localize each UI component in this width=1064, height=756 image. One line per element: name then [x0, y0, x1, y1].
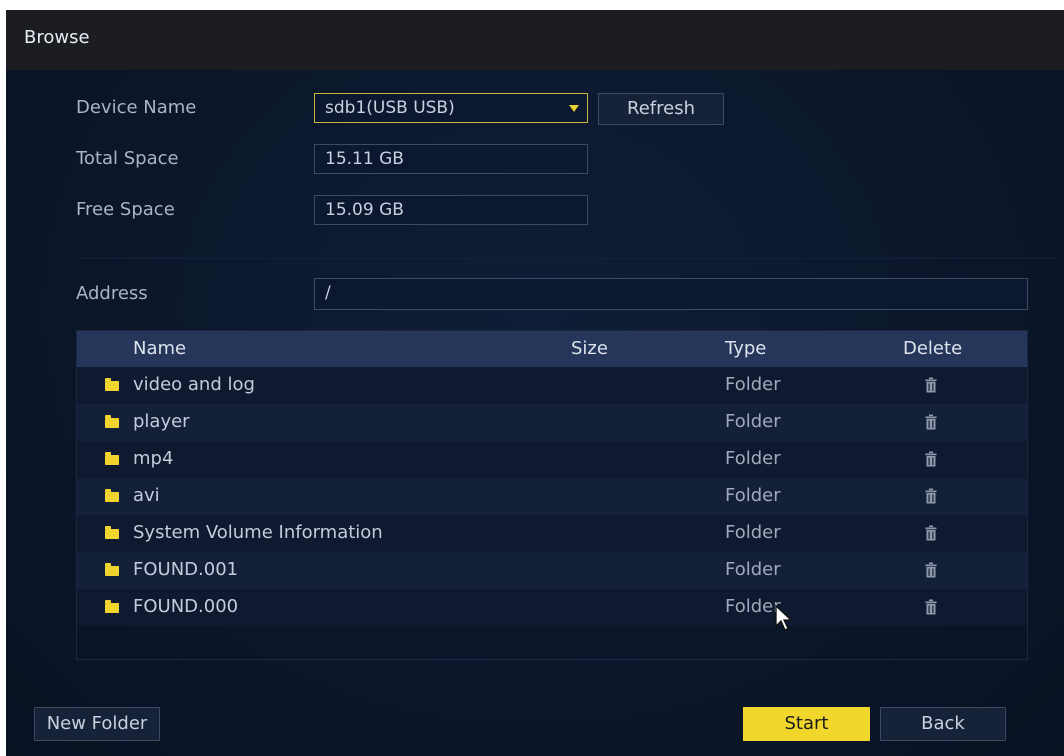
total-space-value: 15.11 GB [325, 149, 404, 169]
table-row[interactable]: FOUND.001 Folder [77, 552, 1027, 589]
file-name[interactable]: FOUND.001 [133, 559, 238, 580]
address-value: / [325, 283, 331, 303]
folder-icon [105, 452, 119, 465]
file-type: Folder [725, 596, 781, 617]
table-row[interactable]: player Folder [77, 404, 1027, 441]
trash-icon[interactable] [925, 599, 937, 615]
table-header: Name Size Type Delete [77, 331, 1027, 367]
folder-icon [105, 378, 119, 391]
folder-icon [105, 489, 119, 502]
dialog-title: Browse [24, 27, 90, 48]
column-header-type[interactable]: Type [725, 338, 766, 359]
section-divider [78, 258, 1058, 259]
column-header-delete: Delete [903, 338, 963, 359]
file-table: Name Size Type Delete video and log Folde… [76, 330, 1028, 660]
folder-icon [105, 526, 119, 539]
address-label: Address [76, 283, 148, 304]
column-header-size[interactable]: Size [571, 338, 608, 359]
back-button[interactable]: Back [880, 707, 1006, 741]
title-bar: Browse [6, 10, 1064, 70]
file-type: Folder [725, 522, 781, 543]
file-type: Folder [725, 448, 781, 469]
new-folder-button[interactable]: New Folder [34, 707, 160, 741]
device-name-select[interactable]: sdb1(USB USB) [314, 93, 588, 123]
table-row[interactable]: FOUND.000 Folder [77, 589, 1027, 626]
device-name-value: sdb1(USB USB) [325, 98, 455, 118]
trash-icon[interactable] [925, 377, 937, 393]
total-space-field: 15.11 GB [314, 144, 588, 174]
device-name-label: Device Name [76, 97, 197, 118]
file-name[interactable]: mp4 [133, 448, 173, 469]
refresh-button[interactable]: Refresh [598, 93, 724, 125]
trash-icon[interactable] [925, 525, 937, 541]
file-name[interactable]: System Volume Information [133, 522, 383, 543]
chevron-down-icon[interactable] [569, 105, 579, 112]
trash-icon[interactable] [925, 451, 937, 467]
file-type: Folder [725, 559, 781, 580]
file-type: Folder [725, 411, 781, 432]
free-space-field: 15.09 GB [314, 195, 588, 225]
folder-icon [105, 563, 119, 576]
folder-icon [105, 415, 119, 428]
trash-icon[interactable] [925, 488, 937, 504]
free-space-value: 15.09 GB [325, 200, 404, 220]
file-type: Folder [725, 374, 781, 395]
file-name[interactable]: avi [133, 485, 160, 506]
file-name[interactable]: player [133, 411, 190, 432]
table-row[interactable]: System Volume Information Folder [77, 515, 1027, 552]
column-header-name[interactable]: Name [133, 338, 186, 359]
file-name[interactable]: video and log [133, 374, 255, 395]
file-type: Folder [725, 485, 781, 506]
table-row[interactable]: mp4 Folder [77, 441, 1027, 478]
table-row[interactable]: video and log Folder [77, 367, 1027, 404]
table-row[interactable]: avi Folder [77, 478, 1027, 515]
file-name[interactable]: FOUND.000 [133, 596, 238, 617]
trash-icon[interactable] [925, 414, 937, 430]
free-space-label: Free Space [76, 199, 175, 220]
trash-icon[interactable] [925, 562, 937, 578]
start-button[interactable]: Start [743, 707, 870, 741]
total-space-label: Total Space [76, 148, 179, 169]
browse-dialog: Browse Device Name sdb1(USB USB) Refresh… [6, 10, 1064, 756]
address-input[interactable]: / [314, 278, 1028, 310]
folder-icon [105, 600, 119, 613]
mouse-cursor-icon [775, 604, 793, 631]
